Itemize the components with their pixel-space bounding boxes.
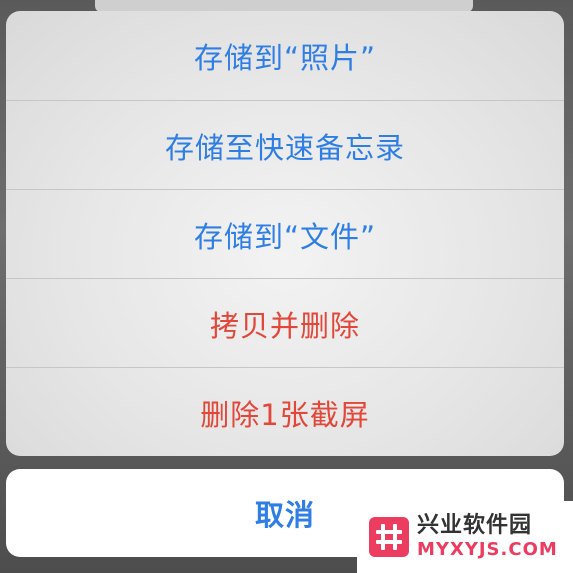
copy-and-delete-button[interactable]: 拷贝并删除 [6, 279, 564, 368]
save-to-quick-note-label: 存储至快速备忘录 [164, 130, 405, 165]
delete-screenshot-label: 删除1张截屏 [200, 397, 370, 432]
delete-screenshot-button[interactable]: 删除1张截屏 [6, 368, 564, 456]
save-to-files-label: 存储到“文件” [193, 219, 377, 254]
watermark: 兴业软件园 MYXYJS.COM [357, 501, 573, 573]
copy-and-delete-label: 拷贝并删除 [209, 308, 360, 343]
save-to-photos-button[interactable]: 存储到“照片” [6, 11, 564, 100]
save-to-photos-label: 存储到“照片” [193, 40, 377, 75]
save-to-files-button[interactable]: 存储到“文件” [6, 190, 564, 279]
hash-logo-icon [369, 517, 409, 557]
cancel-label: 取消 [254, 498, 315, 532]
save-to-quick-note-button[interactable]: 存储至快速备忘录 [6, 101, 564, 190]
action-sheet: 存储到“照片” 存储至快速备忘录 存储到“文件” 拷贝并删除 删除1张截屏 [6, 11, 564, 456]
watermark-text: 兴业软件园 MYXYJS.COM [417, 515, 558, 559]
watermark-subtitle: MYXYJS.COM [417, 539, 558, 560]
watermark-title: 兴业软件园 [417, 513, 533, 538]
